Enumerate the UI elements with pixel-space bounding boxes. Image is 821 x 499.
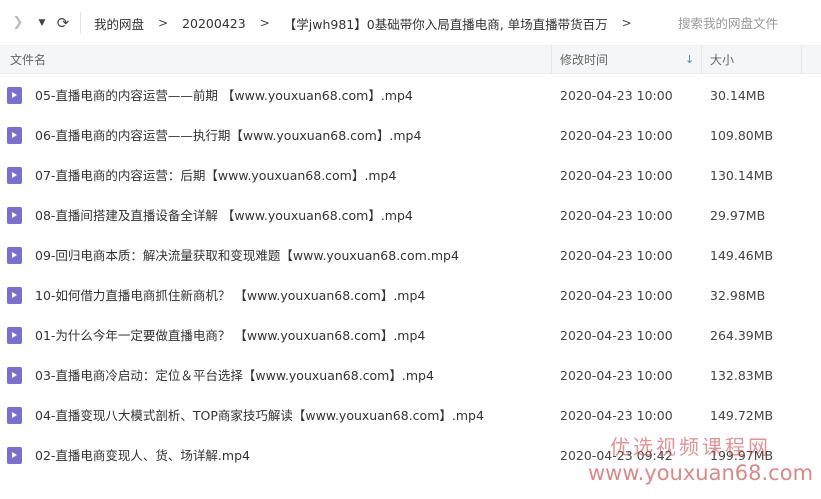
file-row[interactable]: 01-为什么今年一定要做直播电商？ 【www.youxuan68.com】.mp… (0, 316, 821, 356)
file-modified-time: 2020-04-23 10:00 (560, 328, 673, 343)
file-name[interactable]: 07-直播电商的内容运营：后期【www.youxuan68.com】.mp4 (35, 156, 396, 196)
file-list: 05-直播电商的内容运营——前期 【www.youxuan68.com】.mp4… (0, 76, 821, 476)
file-modified-time: 2020-04-23 10:00 (560, 88, 673, 103)
file-modified-time: 2020-04-23 10:00 (560, 208, 673, 223)
watermark-chinese: 优选视频课程网 (610, 435, 771, 459)
video-file-icon (7, 247, 22, 264)
file-name[interactable]: 04-直播变现八大模式剖析、TOP商家技巧解读【www.youxuan68.co… (35, 396, 484, 436)
file-name[interactable]: 02-直播电商变现人、货、场详解.mp4 (35, 436, 250, 476)
file-row[interactable]: 07-直播电商的内容运营：后期【www.youxuan68.com】.mp4 2… (0, 156, 821, 196)
video-file-icon (7, 127, 22, 144)
file-name[interactable]: 10-如何借力直播电商抓住新商机？ 【www.youxuan68.com】.mp… (35, 276, 425, 316)
file-name[interactable]: 03-直播电商冷启动：定位＆平台选择【www.youxuan68.com】.mp… (35, 356, 434, 396)
video-file-icon (7, 87, 22, 104)
file-modified-time: 2020-04-23 10:00 (560, 368, 673, 383)
nav-divider (80, 12, 81, 34)
file-size: 132.83MB (710, 368, 774, 383)
file-size: 149.46MB (710, 248, 774, 263)
caret-down-icon[interactable]: ▼ (36, 13, 48, 33)
sort-arrow-icon[interactable]: ↓ (685, 46, 694, 74)
breadcrumb-item-root[interactable]: 我的网盘 (94, 14, 144, 33)
file-row[interactable]: 05-直播电商的内容运营——前期 【www.youxuan68.com】.mp4… (0, 76, 821, 116)
file-size: 264.39MB (710, 328, 774, 343)
breadcrumb-item-current-folder[interactable]: 【学jwh981】0基础带你入局直播电商, 单场直播带货百万 (284, 14, 608, 33)
file-modified-time: 2020-04-23 10:00 (560, 288, 673, 303)
file-name[interactable]: 08-直播间搭建及直播设备全详解 【www.youxuan68.com】.mp4 (35, 196, 413, 236)
breadcrumb-item-date-folder[interactable]: 20200423 (182, 16, 246, 31)
column-divider (801, 46, 802, 74)
column-header-modified[interactable]: 修改时间 (560, 46, 608, 74)
video-file-icon (7, 447, 22, 464)
file-row[interactable]: 08-直播间搭建及直播设备全详解 【www.youxuan68.com】.mp4… (0, 196, 821, 236)
breadcrumb-separator: > (259, 16, 270, 30)
video-file-icon (7, 327, 22, 344)
file-row[interactable]: 04-直播变现八大模式剖析、TOP商家技巧解读【www.youxuan68.co… (0, 396, 821, 436)
column-header-size[interactable]: 大小 (710, 46, 734, 74)
file-size: 109.80MB (710, 128, 774, 143)
search-input[interactable] (678, 13, 813, 33)
file-name[interactable]: 01-为什么今年一定要做直播电商？ 【www.youxuan68.com】.mp… (35, 316, 425, 356)
file-modified-time: 2020-04-23 10:00 (560, 408, 673, 423)
file-size: 32.98MB (710, 288, 766, 303)
file-row[interactable]: 09-回归电商本质：解决流量获取和变现难题【www.youxuan68.com.… (0, 236, 821, 276)
column-divider (551, 46, 552, 74)
file-row[interactable]: 03-直播电商冷启动：定位＆平台选择【www.youxuan68.com】.mp… (0, 356, 821, 396)
file-size: 30.14MB (710, 88, 766, 103)
file-size: 149.72MB (710, 408, 774, 423)
refresh-icon[interactable]: ⟳ (54, 13, 72, 33)
file-name[interactable]: 06-直播电商的内容运营——执行期【www.youxuan68.com】.mp4 (35, 116, 421, 156)
file-row[interactable]: 06-直播电商的内容运营——执行期【www.youxuan68.com】.mp4… (0, 116, 821, 156)
file-name[interactable]: 05-直播电商的内容运营——前期 【www.youxuan68.com】.mp4 (35, 76, 413, 116)
watermark-url: www.youxuan68.com (588, 461, 814, 485)
video-file-icon (7, 287, 22, 304)
breadcrumb: 我的网盘 > 20200423 > 【学jwh981】0基础带你入局直播电商, … (94, 13, 646, 33)
column-header-name[interactable]: 文件名 (10, 46, 46, 74)
file-modified-time: 2020-04-23 10:00 (560, 248, 673, 263)
file-modified-time: 2020-04-23 10:00 (560, 168, 673, 183)
top-navigation-bar: ❯ ▼ ⟳ 我的网盘 > 20200423 > 【学jwh981】0基础带你入局… (0, 0, 821, 46)
file-row[interactable]: 10-如何借力直播电商抓住新商机？ 【www.youxuan68.com】.mp… (0, 276, 821, 316)
file-name[interactable]: 09-回归电商本质：解决流量获取和变现难题【www.youxuan68.com.… (35, 236, 459, 276)
breadcrumb-separator: > (158, 16, 169, 30)
file-list-header: 文件名 修改时间 ↓ 大小 (0, 46, 821, 74)
column-divider (701, 46, 702, 74)
video-file-icon (7, 207, 22, 224)
file-size: 130.14MB (710, 168, 774, 183)
file-size: 29.97MB (710, 208, 766, 223)
video-file-icon (7, 167, 22, 184)
file-modified-time: 2020-04-23 10:00 (560, 128, 673, 143)
video-file-icon (7, 367, 22, 384)
chevron-right-icon[interactable]: ❯ (10, 13, 26, 33)
video-file-icon (7, 407, 22, 424)
breadcrumb-separator: > (621, 16, 632, 30)
